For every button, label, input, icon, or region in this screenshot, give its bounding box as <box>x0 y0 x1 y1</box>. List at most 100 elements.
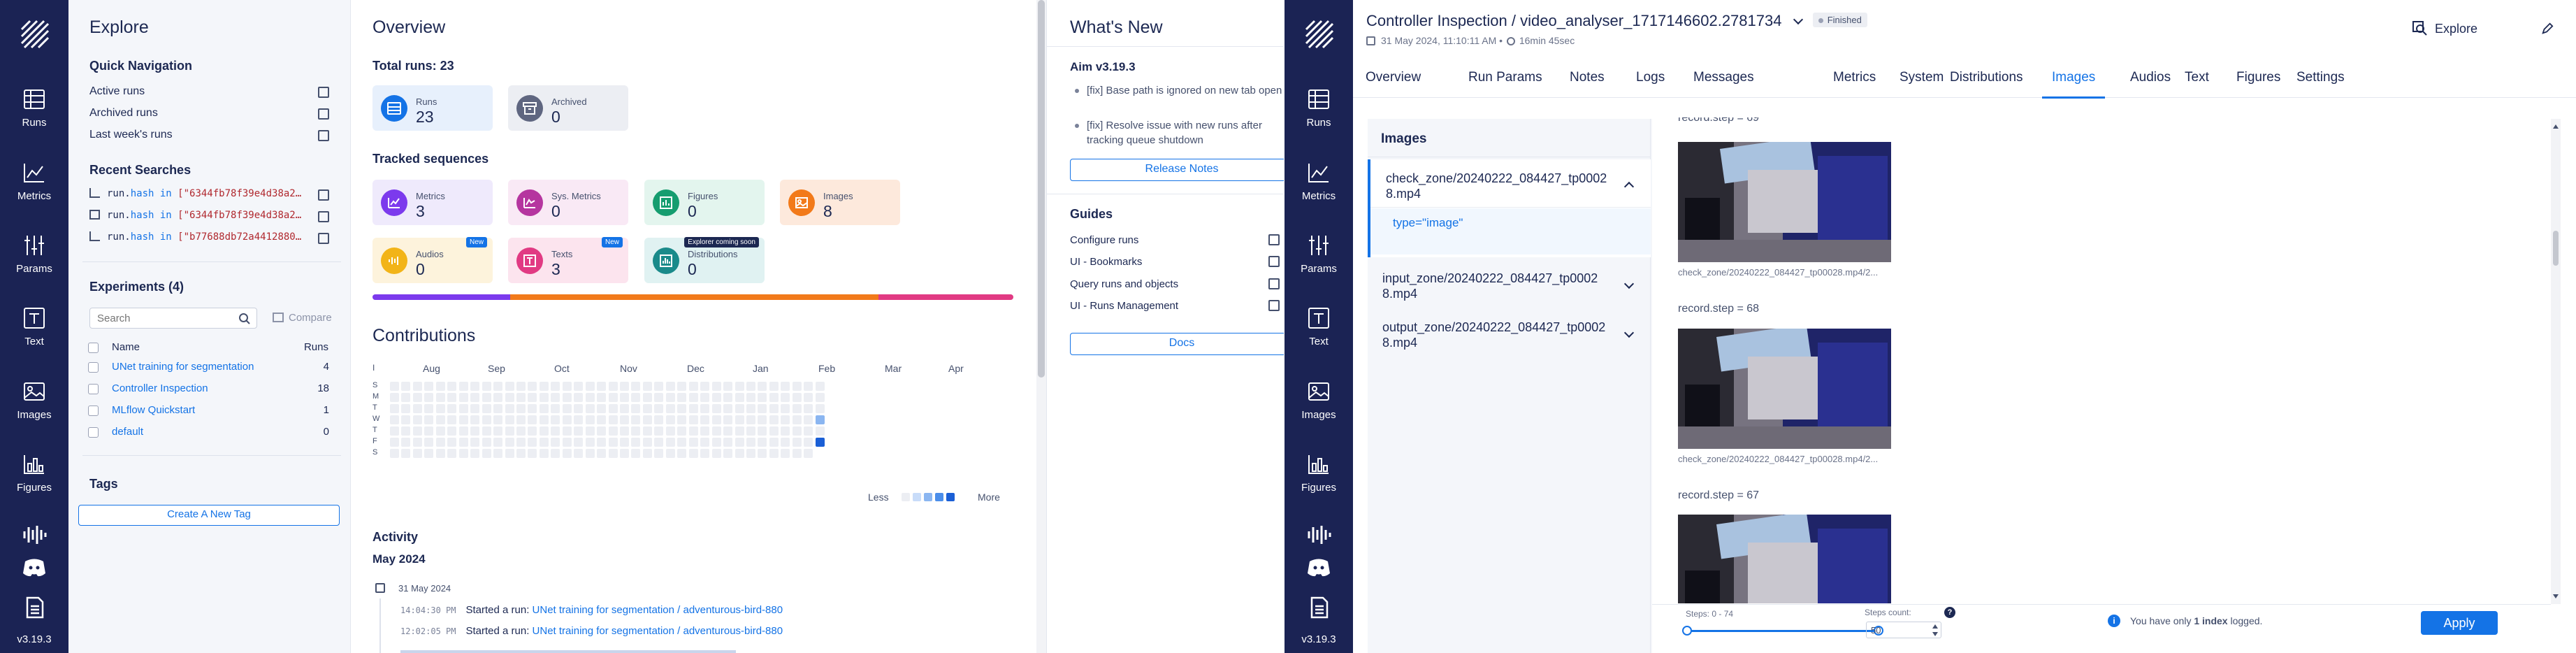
heat-cell[interactable] <box>470 393 480 402</box>
heat-cell[interactable] <box>412 393 422 402</box>
audio-wave-icon[interactable] <box>1306 523 1331 547</box>
heat-cell[interactable] <box>493 415 503 424</box>
heat-cell[interactable] <box>458 393 468 402</box>
tab-overview[interactable]: Overview <box>1366 70 1421 85</box>
image-frame[interactable] <box>1678 515 1891 603</box>
heat-cell[interactable] <box>585 426 595 436</box>
heat-cell[interactable] <box>723 393 733 402</box>
heat-cell[interactable] <box>711 404 721 413</box>
heat-cell[interactable] <box>505 438 514 447</box>
heat-cell[interactable] <box>804 393 813 402</box>
experiment-checkbox[interactable] <box>88 406 99 416</box>
heat-cell[interactable] <box>677 438 687 447</box>
heat-cell[interactable] <box>735 382 744 391</box>
heat-cell[interactable] <box>424 438 434 447</box>
tab-system[interactable]: System <box>1900 70 1944 85</box>
heat-cell[interactable] <box>620 438 629 447</box>
heat-cell[interactable] <box>551 426 560 436</box>
heat-cell[interactable] <box>539 382 549 391</box>
heat-cell[interactable] <box>505 404 514 413</box>
heat-cell[interactable] <box>735 404 744 413</box>
heat-cell[interactable] <box>412 426 422 436</box>
heat-cell[interactable] <box>677 426 687 436</box>
heat-cell[interactable] <box>528 393 537 402</box>
heat-cell[interactable] <box>735 438 744 447</box>
heat-cell[interactable] <box>470 426 480 436</box>
heat-cell[interactable] <box>631 449 641 458</box>
heat-cell[interactable] <box>528 415 537 424</box>
heat-cell[interactable] <box>608 438 618 447</box>
heat-cell[interactable] <box>551 415 560 424</box>
heat-cell[interactable] <box>424 404 434 413</box>
tracked-card-images[interactable]: Images 8 <box>780 180 900 225</box>
heat-cell[interactable] <box>482 449 491 458</box>
heat-cell[interactable] <box>700 404 710 413</box>
heat-cell[interactable] <box>758 404 767 413</box>
heat-cell[interactable] <box>585 393 595 402</box>
heat-cell[interactable] <box>735 426 744 436</box>
heat-cell[interactable] <box>792 393 802 402</box>
heat-cell[interactable] <box>815 438 825 447</box>
heat-cell[interactable] <box>700 415 710 424</box>
edit-icon[interactable] <box>2541 22 2554 35</box>
heat-cell[interactable] <box>769 426 779 436</box>
heat-cell[interactable] <box>458 415 468 424</box>
heat-cell[interactable] <box>711 415 721 424</box>
aim-logo-icon[interactable] <box>19 18 50 49</box>
heat-cell[interactable] <box>470 438 480 447</box>
heat-cell[interactable] <box>608 449 618 458</box>
heat-cell[interactable] <box>781 393 790 402</box>
heat-cell[interactable] <box>493 404 503 413</box>
heat-cell[interactable] <box>470 404 480 413</box>
heat-cell[interactable] <box>562 426 572 436</box>
heat-cell[interactable] <box>390 404 399 413</box>
heat-cell[interactable] <box>688 438 698 447</box>
heat-cell[interactable] <box>435 404 445 413</box>
scroll-up-arrow[interactable] <box>2553 124 2559 129</box>
nav-text[interactable]: Text <box>0 299 68 364</box>
heat-cell[interactable] <box>665 449 675 458</box>
heat-cell[interactable] <box>700 382 710 391</box>
heat-cell[interactable] <box>631 426 641 436</box>
heat-cell[interactable] <box>390 426 399 436</box>
heat-cell[interactable] <box>746 449 755 458</box>
heat-cell[interactable] <box>435 449 445 458</box>
heat-cell[interactable] <box>620 382 629 391</box>
activity-run-link[interactable]: UNet training for segmentation / adventu… <box>533 625 783 637</box>
chevron-down-icon[interactable] <box>1623 327 1635 338</box>
heat-cell[interactable] <box>677 449 687 458</box>
heat-cell[interactable] <box>654 415 664 424</box>
heat-cell[interactable] <box>470 415 480 424</box>
heat-cell[interactable] <box>401 438 411 447</box>
heat-cell[interactable] <box>688 393 698 402</box>
heat-cell[interactable] <box>528 426 537 436</box>
heat-cell[interactable] <box>447 382 457 391</box>
heat-cell[interactable] <box>458 382 468 391</box>
search-icon[interactable] <box>238 313 251 325</box>
tab-text[interactable]: Text <box>2185 70 2209 85</box>
run-experiment[interactable]: Controller Inspection <box>1366 12 1507 29</box>
scroll-thumb[interactable] <box>1038 0 1045 378</box>
heat-cell[interactable] <box>792 404 802 413</box>
heat-cell[interactable] <box>574 393 584 402</box>
heat-cell[interactable] <box>458 438 468 447</box>
image-frame[interactable] <box>1678 329 1891 449</box>
heat-cell[interactable] <box>505 426 514 436</box>
discord-icon[interactable] <box>22 555 47 579</box>
heat-cell[interactable] <box>574 415 584 424</box>
tab-logs[interactable]: Logs <box>1636 70 1665 85</box>
page-scrollbar[interactable] <box>1036 0 1046 653</box>
heat-cell[interactable] <box>631 382 641 391</box>
heat-cell[interactable] <box>792 382 802 391</box>
heat-cell[interactable] <box>424 426 434 436</box>
heat-cell[interactable] <box>551 382 560 391</box>
quick-nav-item[interactable]: Active runs <box>89 85 331 101</box>
heat-cell[interactable] <box>723 382 733 391</box>
heat-cell[interactable] <box>746 415 755 424</box>
heat-cell[interactable] <box>620 404 629 413</box>
heat-cell[interactable] <box>401 426 411 436</box>
heat-cell[interactable] <box>493 382 503 391</box>
heat-cell[interactable] <box>792 438 802 447</box>
experiment-checkbox[interactable] <box>88 427 99 438</box>
heat-cell[interactable] <box>401 382 411 391</box>
